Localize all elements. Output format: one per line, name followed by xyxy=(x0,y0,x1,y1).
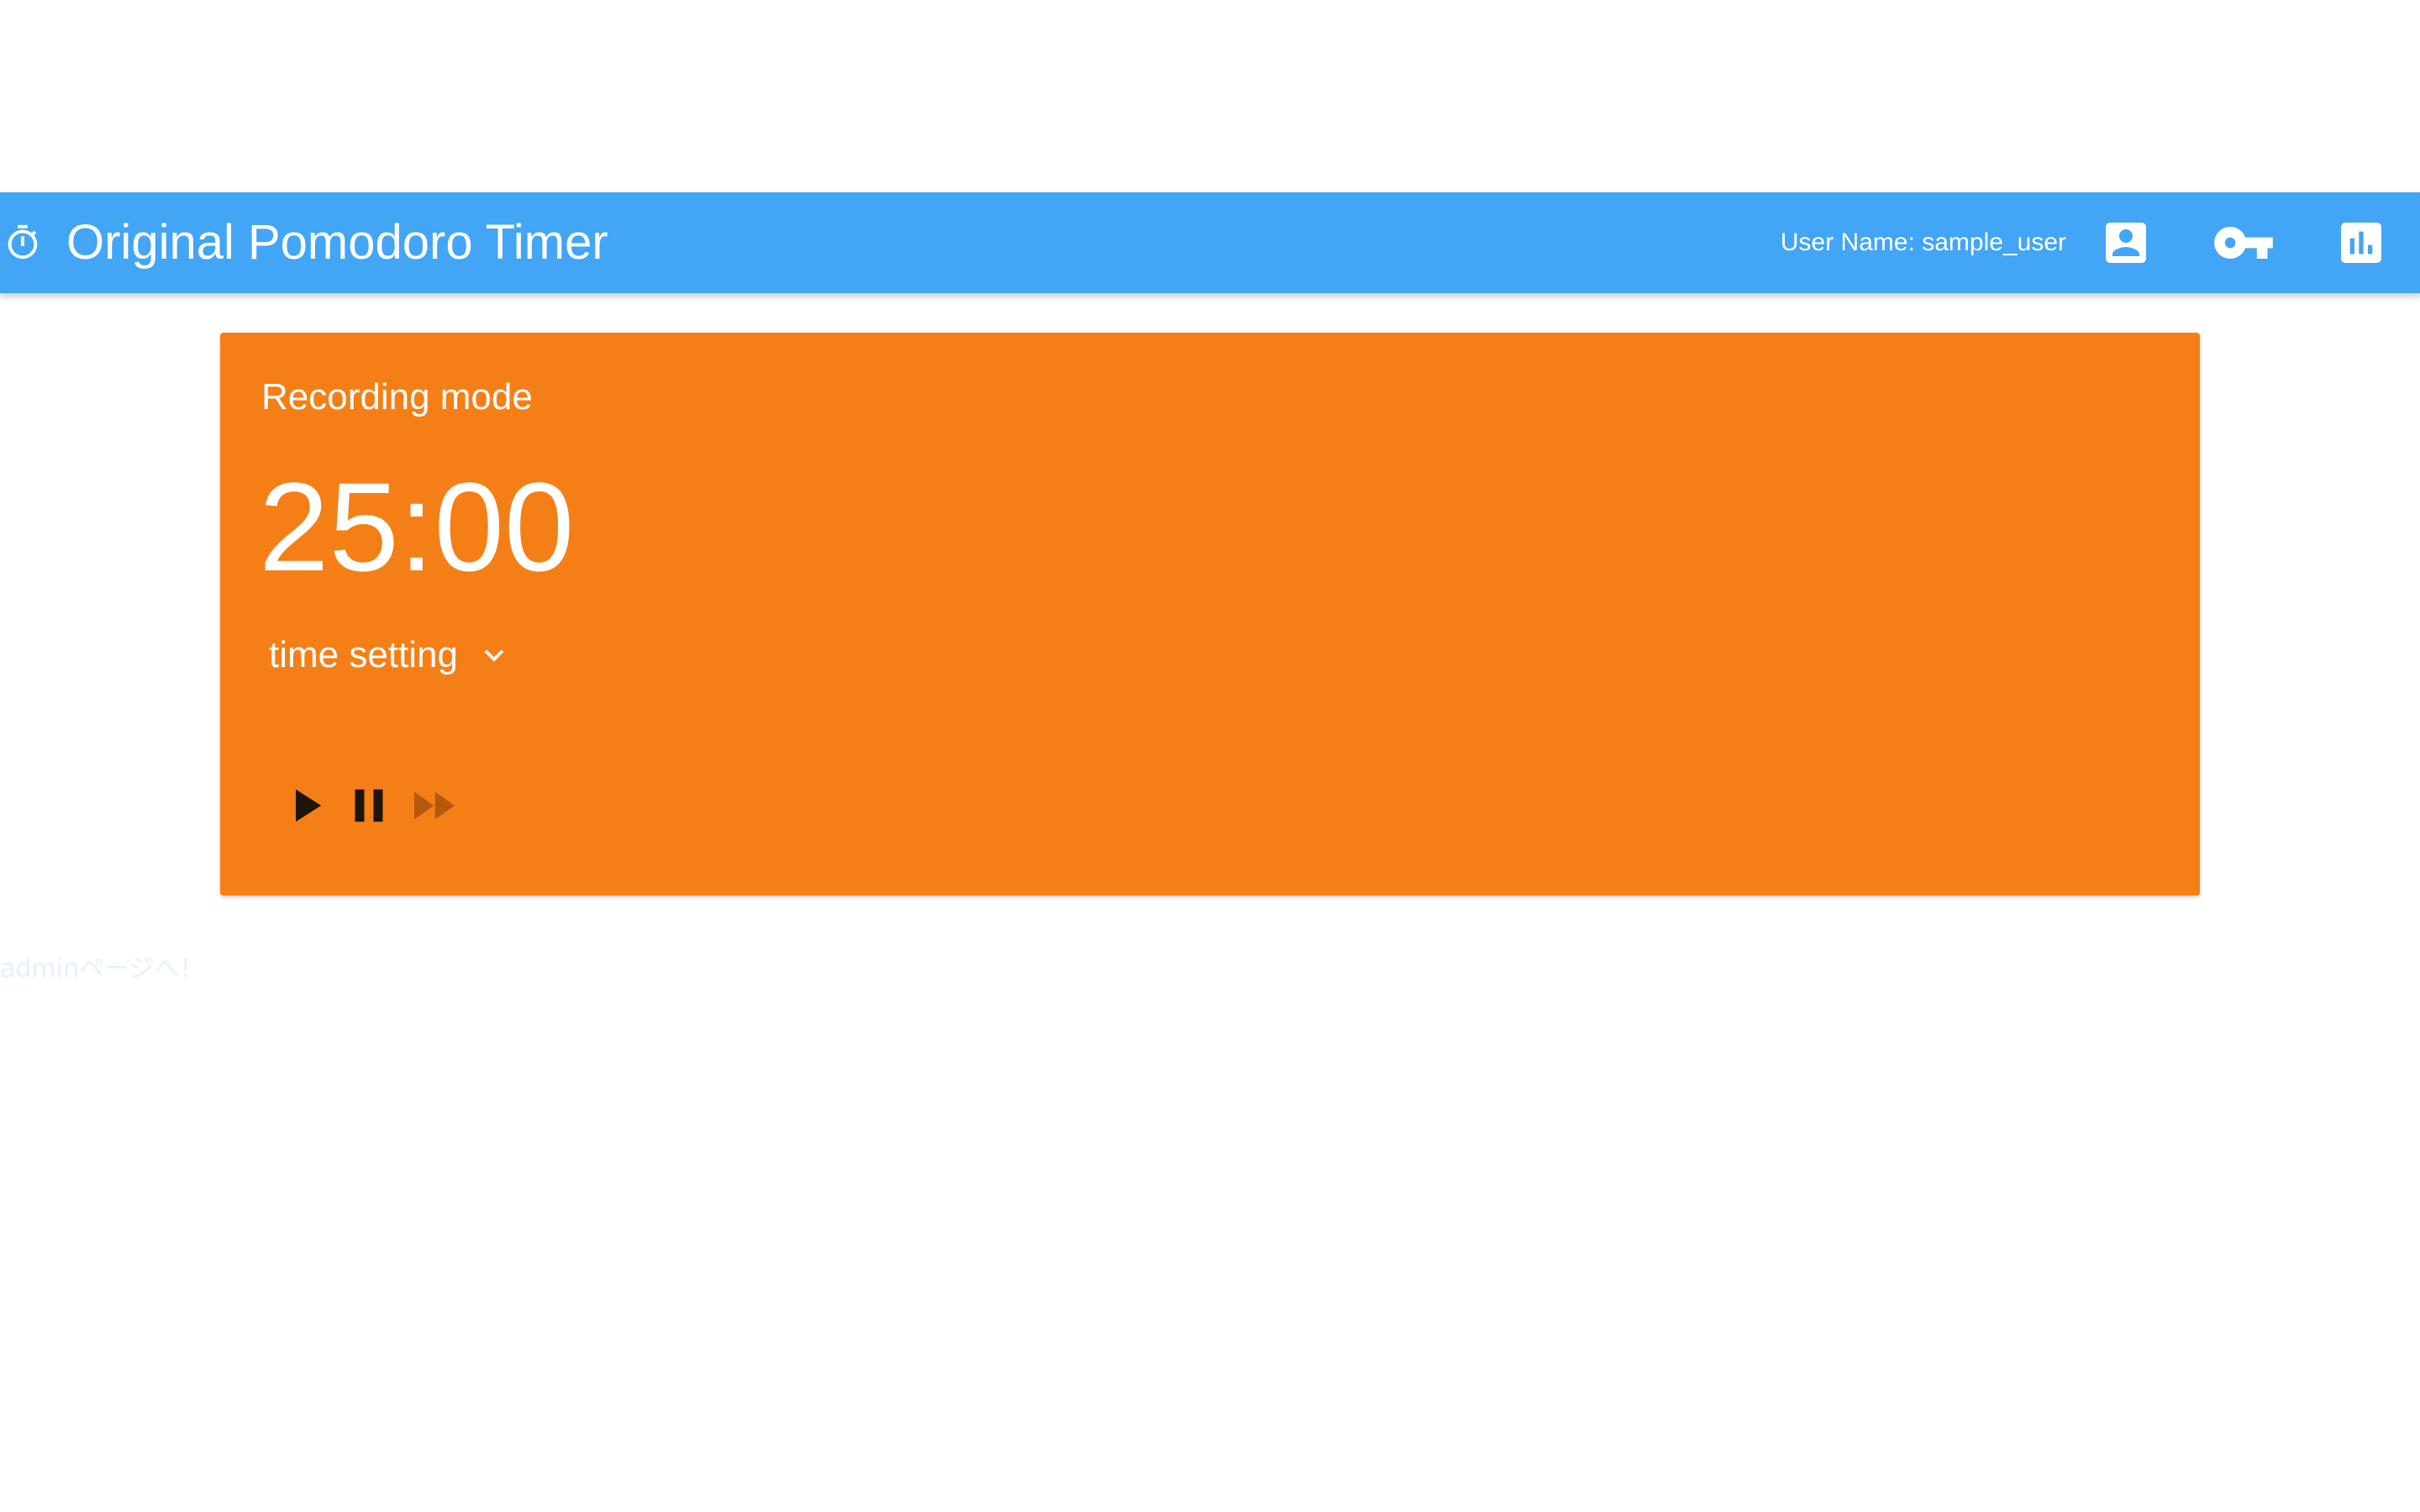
key-button[interactable] xyxy=(2212,211,2275,275)
bar-chart-icon xyxy=(2341,223,2381,263)
stats-button[interactable] xyxy=(2329,211,2393,275)
user-name-label: User Name: sample_user xyxy=(1780,228,2066,256)
app-bar: Original Pomodoro Timer User Name: sampl… xyxy=(0,192,2420,293)
fast-forward-icon xyxy=(414,791,455,820)
chevron-down-icon xyxy=(484,649,504,662)
time-setting-label: time setting xyxy=(269,634,458,675)
play-icon xyxy=(296,789,322,822)
time-setting-toggle[interactable]: time setting xyxy=(269,628,513,682)
skip-button[interactable] xyxy=(405,778,460,833)
timer-card: Recording mode 25:00 time setting xyxy=(220,333,2200,895)
admin-page-link[interactable]: adminページへ！ xyxy=(0,953,204,986)
app-title: Original Pomodoro Timer xyxy=(66,215,608,270)
time-display: 25:00 xyxy=(259,456,575,597)
vpn-key-icon xyxy=(2214,227,2273,259)
pause-button[interactable] xyxy=(341,778,397,833)
timer-controls xyxy=(277,778,460,833)
mode-label: Recording mode xyxy=(261,376,533,417)
timer-icon xyxy=(8,224,38,260)
account-button[interactable] xyxy=(2094,211,2158,275)
pause-icon xyxy=(355,789,383,822)
play-button[interactable] xyxy=(277,778,333,833)
account-box-icon xyxy=(2106,223,2146,263)
